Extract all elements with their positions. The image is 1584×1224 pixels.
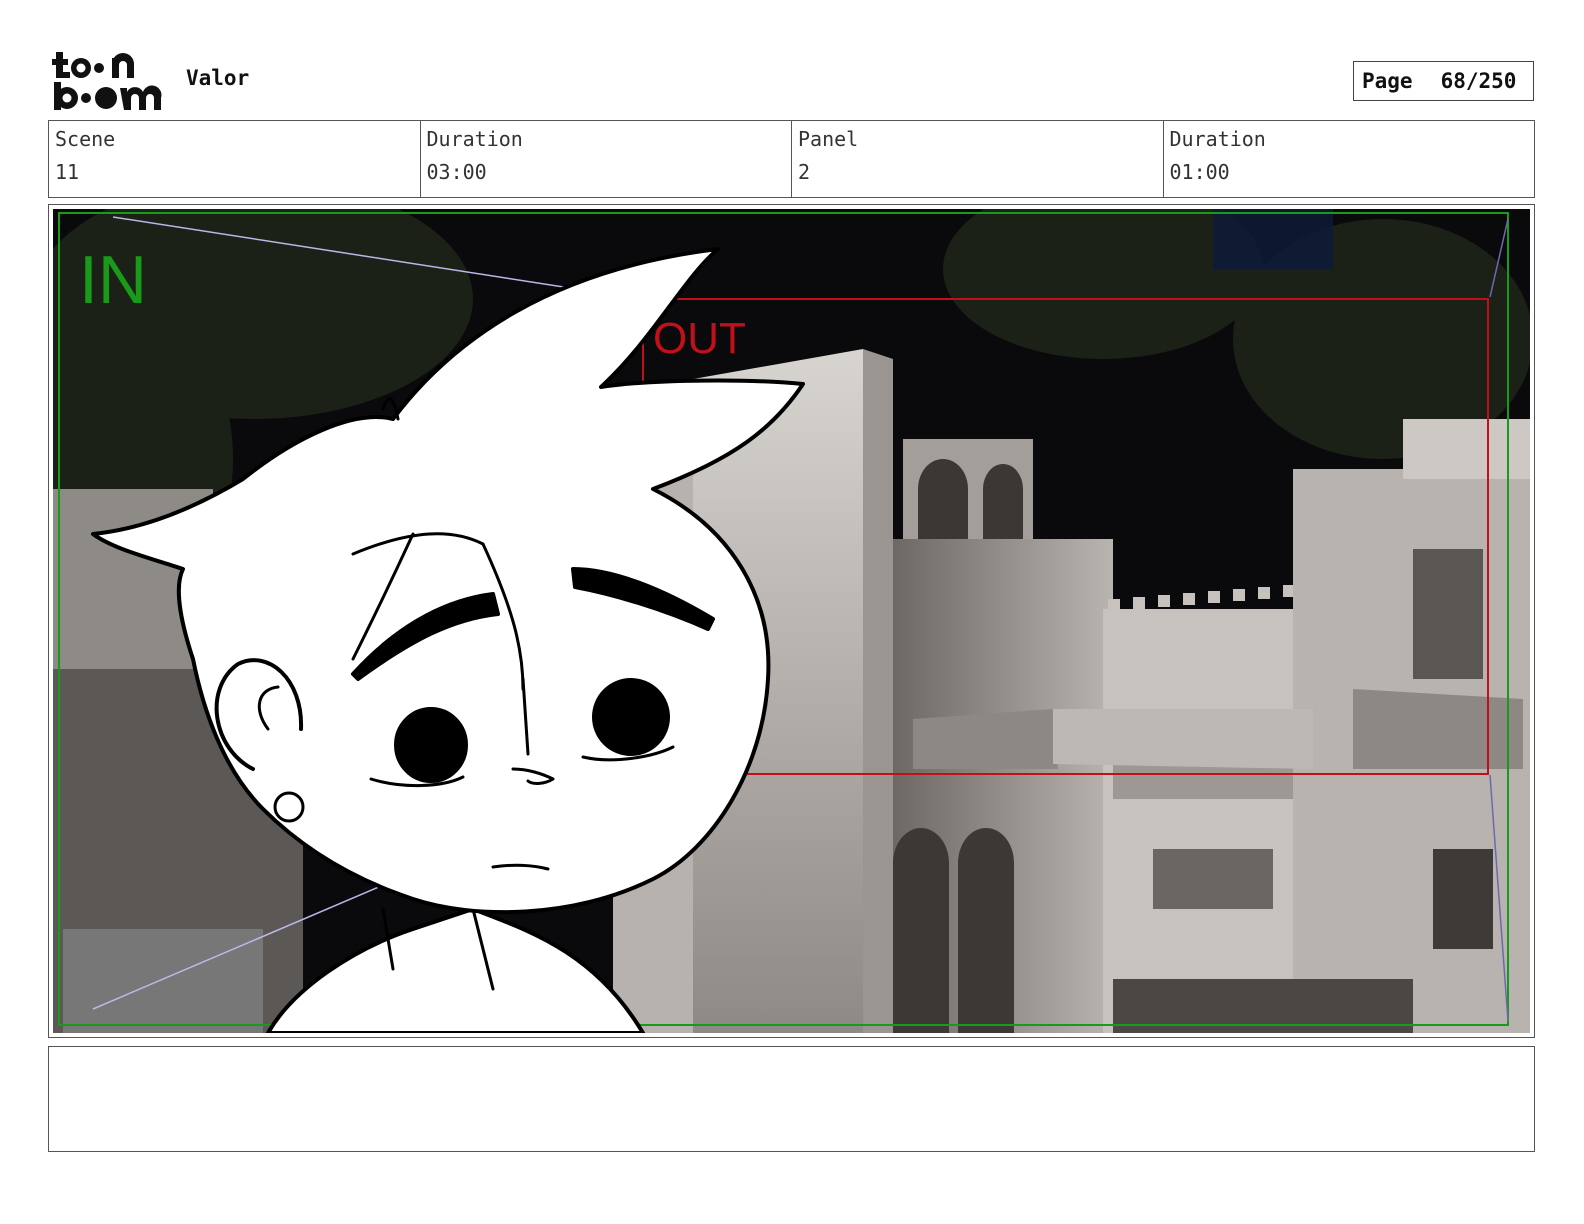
storyboard-panel: IN OUT <box>48 204 1535 1038</box>
scene-label: Scene <box>55 127 116 151</box>
scene-info-table: Scene 11 Duration 03:00 Panel 2 Duration… <box>48 120 1535 198</box>
page-number: 68/250 <box>1440 69 1517 93</box>
panel-duration-value: 01:00 <box>1169 160 1230 184</box>
scene-duration-value: 03:00 <box>426 160 487 184</box>
toonboom-logo <box>52 50 164 112</box>
panel-cell: Panel 2 <box>791 121 1163 197</box>
scene-value: 11 <box>55 160 80 184</box>
panel-label: Panel <box>798 127 859 151</box>
panel-drawing: IN OUT <box>53 209 1530 1033</box>
scene-duration-cell: Duration 03:00 <box>419 121 792 197</box>
page-indicator: Page 68/250 <box>1353 61 1534 101</box>
scene-duration-label: Duration <box>426 127 523 151</box>
panel-notes-box <box>48 1046 1535 1152</box>
project-title: Valor <box>186 66 250 90</box>
panel-value: 2 <box>798 160 811 184</box>
scene-cell: Scene 11 <box>49 121 420 197</box>
panel-duration-label: Duration <box>1169 127 1266 151</box>
panel-duration-cell: Duration 01:00 <box>1162 121 1535 197</box>
in-label: IN <box>79 242 147 318</box>
page-label: Page <box>1362 69 1413 93</box>
out-label: OUT <box>653 314 746 363</box>
